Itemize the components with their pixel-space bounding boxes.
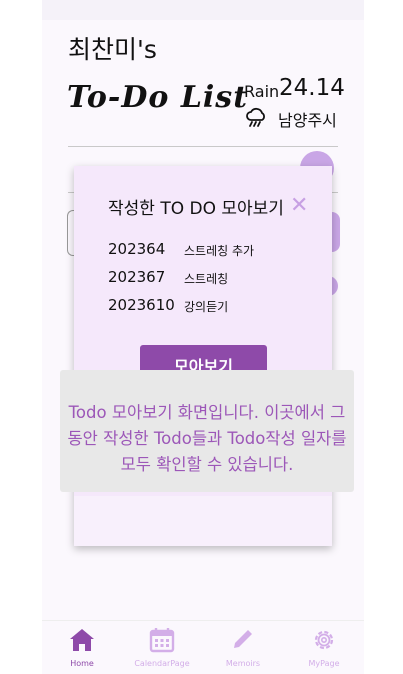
divider (68, 146, 338, 147)
todo-date: 202367 (108, 268, 166, 286)
nav-item-calendar[interactable]: CalendarPage (122, 627, 202, 668)
todo-date: 202364 (108, 240, 166, 258)
todo-text: 강의듣기 (184, 300, 229, 314)
close-icon[interactable]: ✕ (290, 193, 308, 218)
tutorial-tooltip: Todo 모아보기 화면입니다. 이곳에서 그동안 작성한 Todo들과 Tod… (60, 370, 354, 492)
modal-footer (74, 496, 332, 546)
modal-title: 작성한 TO DO 모아보기 (108, 199, 284, 219)
status-bar (42, 0, 364, 20)
tooltip-text: Todo 모아보기 화면입니다. 이곳에서 그동안 작성한 Todo들과 Tod… (67, 403, 347, 474)
weather-temperature: 24.14 (279, 75, 345, 101)
nav-label: CalendarPage (134, 659, 190, 668)
nav-item-memoirs[interactable]: Memoirs (203, 627, 283, 668)
nav-item-home[interactable]: Home (42, 627, 122, 668)
nav-item-mypage[interactable]: MyPage (284, 627, 364, 668)
pencil-icon (234, 630, 252, 648)
nav-label: Home (70, 659, 94, 668)
calendar-icon (149, 628, 175, 653)
weather-location: 남양주시 (278, 111, 337, 130)
app-title: To-Do List (67, 80, 249, 115)
rain-cloud-icon (246, 107, 265, 127)
nav-label: Memoirs (225, 659, 261, 668)
bottom-navigation: Home CalendarPage Memoirs MyPage (42, 620, 364, 674)
todo-text: 스트레칭 추가 (184, 244, 255, 258)
gear-icon (314, 630, 334, 650)
nav-label: MyPage (308, 659, 340, 668)
user-title: 최찬미's (68, 35, 157, 64)
todo-text: 스트레칭 (184, 272, 229, 286)
weather-condition: Rain (244, 82, 280, 101)
todo-date: 2023610 (108, 296, 175, 314)
home-icon (70, 629, 94, 651)
